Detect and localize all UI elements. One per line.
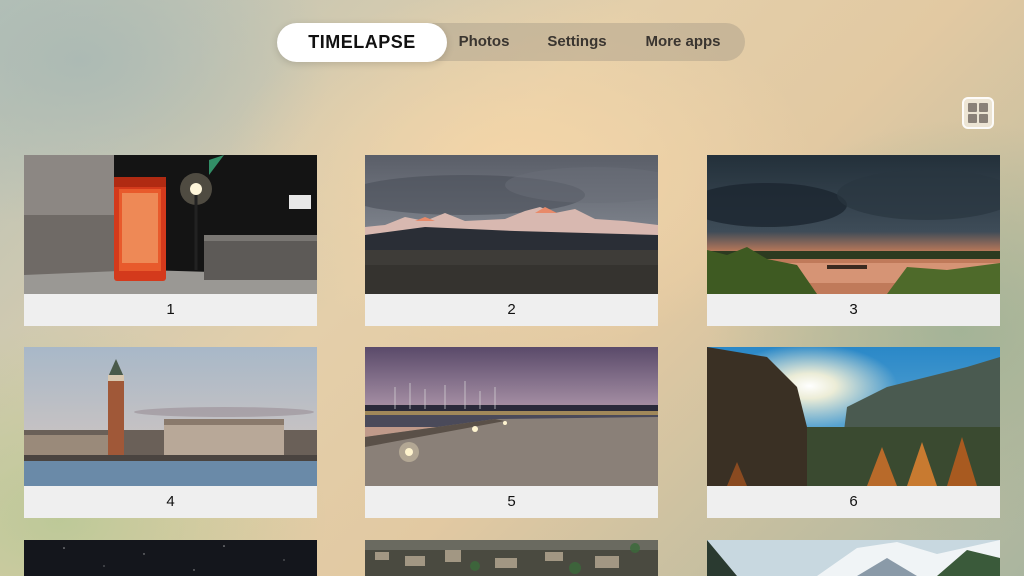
grid-icon-cell xyxy=(968,114,977,123)
timelapse-tile-5[interactable]: 5 xyxy=(365,347,658,518)
timelapse-tile-7[interactable] xyxy=(24,540,317,576)
tile-label: 5 xyxy=(365,486,658,518)
timelapse-tile-2[interactable]: 2 xyxy=(365,155,658,326)
tile-label: 4 xyxy=(24,486,317,518)
thumbnail-snowy-mountains xyxy=(707,540,1000,576)
top-nav: TIMELAPSE Photos Settings More apps xyxy=(277,23,745,62)
thumbnail-starry-sky xyxy=(24,540,317,576)
timelapse-tile-3[interactable]: 3 xyxy=(707,155,1000,326)
grid-icon-cell xyxy=(979,103,988,112)
grid-icon xyxy=(968,103,977,112)
tab-timelapse[interactable]: TIMELAPSE xyxy=(277,23,447,62)
tab-photos[interactable]: Photos xyxy=(449,23,519,61)
thumbnail-lake-sunset xyxy=(707,155,1000,294)
tab-settings[interactable]: Settings xyxy=(539,23,615,61)
thumbnail-city-aerial xyxy=(365,540,658,576)
grid-view-button[interactable] xyxy=(962,97,994,129)
tile-label: 2 xyxy=(365,294,658,326)
timelapse-tile-6[interactable]: 6 xyxy=(707,347,1000,518)
thumbnail-mountain-dusk xyxy=(365,155,658,294)
thumbnail-valley-sunburst xyxy=(707,347,1000,486)
grid-icon-cell xyxy=(979,114,988,123)
timelapse-tile-4[interactable]: 4 xyxy=(24,347,317,518)
timelapse-tile-9[interactable] xyxy=(707,540,1000,576)
timelapse-tile-1[interactable]: 1 xyxy=(24,155,317,326)
tab-more-apps[interactable]: More apps xyxy=(635,23,731,61)
tile-label: 6 xyxy=(707,486,1000,518)
tile-label: 1 xyxy=(24,294,317,326)
timelapse-tile-8[interactable] xyxy=(365,540,658,576)
tile-label: 3 xyxy=(707,294,1000,326)
thumbnail-venice xyxy=(24,347,317,486)
thumbnail-harbor-pier xyxy=(365,347,658,486)
thumbnail-london-phone-booth xyxy=(24,155,317,294)
